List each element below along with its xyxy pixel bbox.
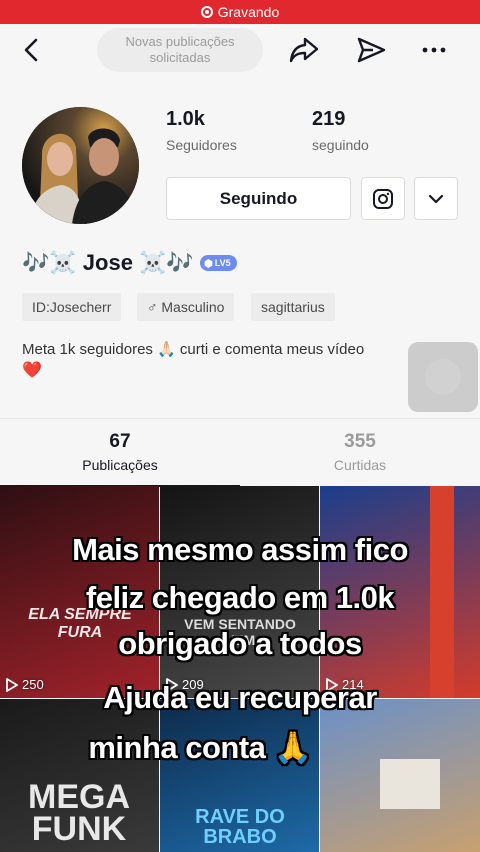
chevron-down-icon xyxy=(428,194,444,203)
chip-user-id-label: ID:Josecherr xyxy=(32,299,112,315)
recording-label: Gravando xyxy=(217,4,280,20)
tab-curtidas-label: Curtidas xyxy=(333,457,387,473)
name-suffix-emoji: ☠️🎶 xyxy=(138,250,194,275)
caption-line: obrigado a todos xyxy=(118,626,362,661)
chip-gender-label: ♂ Masculino xyxy=(147,299,225,315)
recording-indicator: Gravando xyxy=(0,0,480,24)
video-title-text: MEGA FUNK xyxy=(28,778,130,848)
profile-tabs: 67 Publicações 355 Curtidas xyxy=(0,418,480,487)
tab-publicacoes[interactable]: 67 Publicações xyxy=(0,419,240,487)
assistive-touch-button[interactable] xyxy=(408,342,478,412)
caption-line: minha conta 🙏 xyxy=(88,730,312,765)
new-posts-pill[interactable]: Novas publicações solicitadas xyxy=(97,28,263,72)
instagram-button[interactable] xyxy=(361,177,405,220)
profile-name: 🎶☠️ Jose ☠️🎶 LV5 xyxy=(22,248,237,278)
bio-text: Meta 1k seguidores 🙏🏻 curti e comenta me… xyxy=(22,341,365,358)
send-icon[interactable] xyxy=(355,35,387,65)
record-icon xyxy=(200,6,213,18)
name-prefix-emoji: 🎶☠️ xyxy=(22,250,77,275)
following-button[interactable]: Seguindo xyxy=(166,177,351,220)
new-posts-label: Novas publicações solicitadas xyxy=(125,34,235,65)
tab-curtidas-count: 355 xyxy=(344,431,376,452)
video-thumbnail[interactable] xyxy=(320,699,480,852)
thumbnail-decor xyxy=(380,759,440,809)
video-thumbnail[interactable]: RAVE DO BRABO xyxy=(160,699,319,852)
more-icon[interactable] xyxy=(418,35,450,65)
chip-zodiac: sagittarius xyxy=(251,293,335,321)
following-count[interactable]: 219 xyxy=(312,108,345,131)
repost-arrow-icon[interactable] xyxy=(288,35,320,65)
tab-publicacoes-label: Publicações xyxy=(82,457,158,473)
caption-line: Ajuda eu recuperar xyxy=(103,680,377,715)
instagram-icon xyxy=(373,188,393,209)
following-button-label: Seguindo xyxy=(219,188,298,208)
back-arrow-icon[interactable] xyxy=(18,36,46,64)
level-badge[interactable]: LV5 xyxy=(199,255,237,271)
display-name: Jose xyxy=(82,250,133,275)
followers-count[interactable]: 1.0k xyxy=(166,108,205,131)
followers-label[interactable]: Seguidores xyxy=(166,137,237,153)
bio: Meta 1k seguidores 🙏🏻 curti e comenta me… xyxy=(22,339,422,381)
heart-emoji: ❤️ xyxy=(22,362,42,379)
avatar-photo xyxy=(22,107,139,224)
chip-user-id: ID:Josecherr xyxy=(22,293,122,321)
tab-publicacoes-count: 67 xyxy=(109,431,131,452)
following-label[interactable]: seguindo xyxy=(312,137,369,153)
caption-line: feliz chegado em 1.0k xyxy=(85,580,395,615)
caption-line: Mais mesmo assim fico xyxy=(72,532,408,567)
avatar[interactable] xyxy=(22,107,139,224)
chip-gender: ♂ Masculino xyxy=(137,293,235,321)
suggestions-toggle[interactable] xyxy=(414,177,458,220)
chip-zodiac-label: sagittarius xyxy=(261,299,325,315)
top-nav: Novas publicações solicitadas xyxy=(0,24,480,76)
video-thumbnail[interactable]: MEGA FUNK xyxy=(0,699,159,852)
tab-curtidas[interactable]: 355 Curtidas xyxy=(240,419,480,487)
hexagon-icon xyxy=(204,258,213,268)
video-title-text: RAVE DO BRABO xyxy=(195,806,285,848)
level-label: LV5 xyxy=(214,258,231,268)
